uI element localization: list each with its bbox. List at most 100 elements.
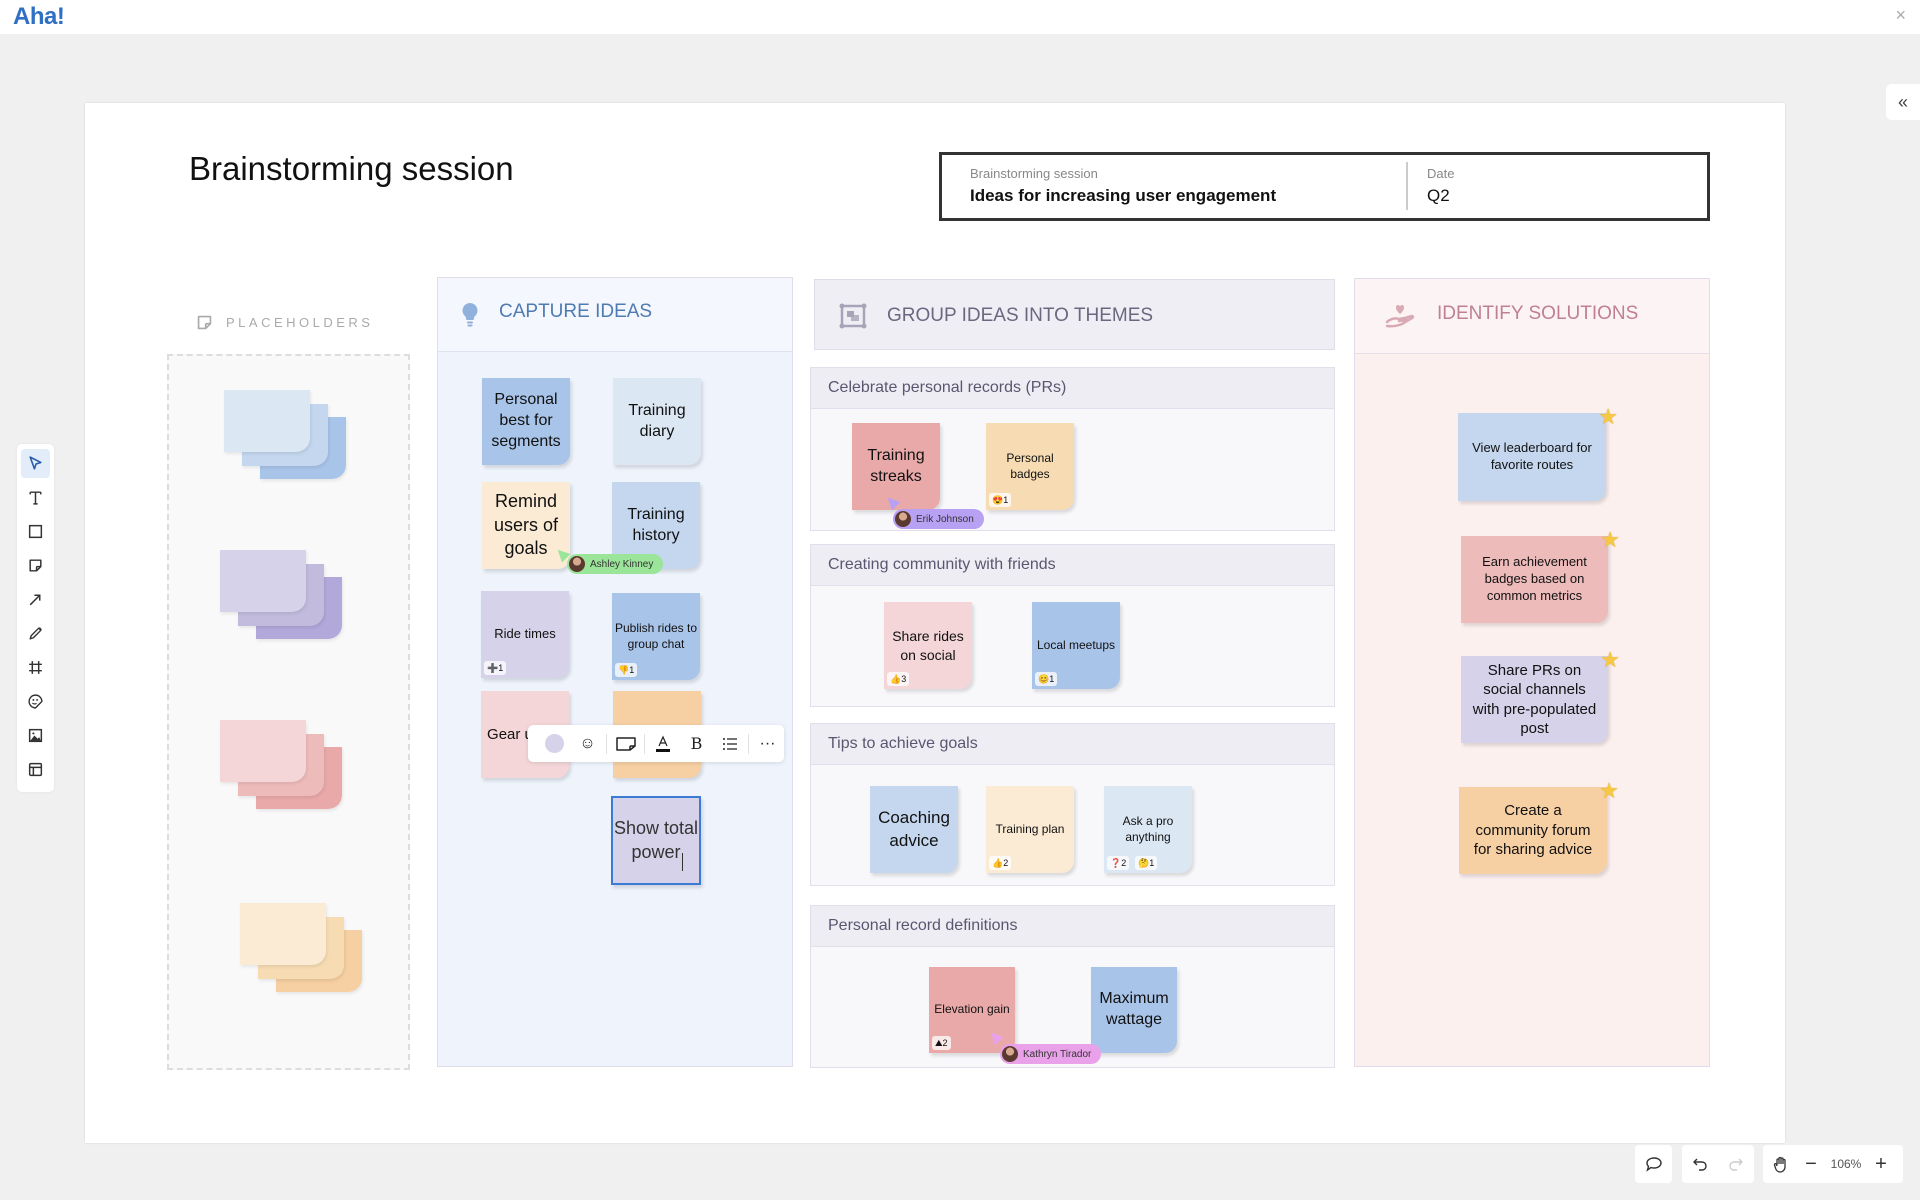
sticky-note[interactable]: Coaching advice (870, 786, 958, 873)
sticky-note[interactable]: Show total power (611, 796, 701, 885)
reaction-badge[interactable]: 👍3 (887, 672, 910, 686)
theme-title[interactable]: Personal record definitions (811, 906, 1334, 947)
text-color-button[interactable] (647, 729, 680, 759)
top-bar: Aha! × (0, 0, 1920, 34)
placeholders-header: PLACEHOLDERS (195, 313, 373, 332)
sticky-text: Coaching advice (878, 808, 950, 850)
reaction-badge[interactable]: 😊1 (1035, 672, 1058, 686)
sticky-note[interactable]: Ask a pro anything ❓2 🤔1 (1104, 786, 1192, 873)
tool-connector[interactable] (21, 585, 50, 614)
rectangle-icon (28, 524, 43, 539)
sticky-shape-icon (615, 736, 636, 751)
bold-button[interactable]: B (680, 729, 713, 759)
emoji-icon: ☺ (579, 734, 596, 752)
placeholders-label: PLACEHOLDERS (226, 315, 374, 330)
color-picker-button[interactable] (538, 729, 571, 759)
sticky-note[interactable]: Personal badges 😍1 (986, 423, 1074, 510)
theme-title[interactable]: Creating community with friends (811, 545, 1334, 586)
lightbulb-icon (462, 302, 478, 326)
sticky-text: Elevation gain (934, 1002, 1010, 1017)
star-icon: ★ (1599, 778, 1619, 803)
solution-note[interactable]: Earn achievement badges based on common … (1461, 527, 1620, 623)
identify-solutions-title: IDENTIFY SOLUTIONS (1437, 303, 1639, 324)
aha-logo[interactable]: Aha! (13, 3, 65, 31)
collapse-panel-button[interactable]: « (1886, 84, 1920, 120)
sticky-note[interactable]: Training plan 👍2 (986, 786, 1074, 873)
solution-note[interactable]: Create a community forum for sharing adv… (1459, 778, 1619, 874)
tool-sticky[interactable] (21, 551, 50, 580)
redo-button[interactable] (1718, 1145, 1754, 1183)
board-title[interactable]: Brainstorming session (189, 150, 514, 188)
sticky-text: Personal badges (1006, 450, 1054, 481)
sticky-note[interactable]: Personal best for segments (482, 378, 570, 465)
undo-button[interactable] (1682, 1145, 1718, 1183)
arrow-icon (29, 594, 41, 606)
list-button[interactable] (713, 729, 746, 759)
placeholder-sticky[interactable] (224, 390, 310, 452)
sticky-text: Training plan (995, 821, 1065, 836)
list-icon (722, 737, 737, 750)
emoji-button[interactable]: ☺ (571, 729, 604, 759)
placeholder-sticky[interactable] (220, 720, 306, 782)
placeholder-sticky[interactable] (240, 903, 326, 965)
collaborator-cursor-ashley: Ashley Kinney (567, 554, 664, 574)
more-options-button[interactable]: ··· (751, 729, 784, 759)
session-value[interactable]: Ideas for increasing user engagement (970, 186, 1276, 206)
sticky-text: Show total power (613, 818, 699, 862)
zoom-out-button[interactable]: − (1799, 1145, 1823, 1183)
sticky-text: Training history (627, 505, 685, 544)
reaction-badge[interactable]: ❓2 (1107, 856, 1130, 870)
sticky-text: Training diary (628, 401, 686, 440)
tool-select[interactable] (21, 449, 50, 478)
solution-note[interactable]: Share PRs on social channels with pre-po… (1461, 647, 1620, 743)
sticky-note[interactable]: Local meetups 😊1 (1032, 602, 1120, 689)
reaction-badge[interactable]: 😍1 (989, 493, 1012, 507)
tool-pen[interactable] (21, 619, 50, 648)
star-icon: ★ (1600, 647, 1620, 672)
solution-note[interactable]: View leaderboard for favorite routes ★ (1458, 404, 1618, 501)
tool-template[interactable] (21, 755, 50, 784)
sticky-text: Ride times (494, 626, 556, 642)
zoom-in-button[interactable]: + (1869, 1145, 1893, 1183)
close-icon[interactable]: × (1895, 5, 1906, 26)
comment-button[interactable] (1635, 1145, 1672, 1183)
sticky-text: View leaderboard for favorite routes (1472, 440, 1592, 472)
sticky-note[interactable]: Publish rides to group chat 👎1 (612, 593, 700, 680)
sticky-text: Create a community forum for sharing adv… (1473, 802, 1593, 859)
avatar (895, 511, 911, 527)
pointer-icon (29, 456, 42, 470)
tool-image[interactable] (21, 721, 50, 750)
sticky-note[interactable]: Share rides on social 👍3 (884, 602, 972, 689)
session-info-card[interactable]: Brainstorming session Ideas for increasi… (939, 152, 1710, 221)
note-shape-button[interactable] (609, 729, 642, 759)
divider (606, 733, 607, 754)
tool-text[interactable] (21, 483, 50, 512)
pan-button[interactable] (1763, 1145, 1799, 1183)
frame-icon (29, 661, 42, 674)
placeholder-sticky[interactable] (220, 550, 306, 612)
avatar (1002, 1046, 1018, 1062)
reaction-badge[interactable]: 👍2 (989, 856, 1012, 870)
sticky-text: Maximum wattage (1099, 990, 1169, 1028)
reaction-badge[interactable]: ➕1 (484, 661, 507, 675)
reaction-badge[interactable]: 🤔1 (1135, 856, 1158, 870)
reaction-badge[interactable]: 👎1 (615, 663, 638, 677)
sticky-note[interactable]: Elevation gain ⛰2 (929, 967, 1015, 1053)
bold-icon: B (690, 734, 703, 753)
group-themes-header-inner: GROUP IDEAS INTO THEMES (815, 280, 1334, 351)
tool-frame[interactable] (21, 653, 50, 682)
zoom-level[interactable]: 106% (1823, 1145, 1869, 1183)
date-value[interactable]: Q2 (1427, 186, 1450, 206)
sticky-note[interactable]: Maximum wattage (1091, 967, 1177, 1053)
undo-icon (1693, 1158, 1707, 1171)
theme-title[interactable]: Celebrate personal records (PRs) (811, 368, 1334, 409)
sticky-note[interactable]: Ride times ➕1 (481, 591, 569, 678)
reaction-badge[interactable]: ⛰2 (932, 1036, 951, 1050)
tool-sticker[interactable] (21, 687, 50, 716)
tool-shape[interactable] (21, 517, 50, 546)
theme-title[interactable]: Tips to achieve goals (811, 724, 1334, 765)
image-icon (28, 728, 43, 743)
sticky-note[interactable]: Training diary (613, 378, 701, 465)
avatar (569, 556, 585, 572)
sticky-text: Earn achievement badges based on common … (1482, 554, 1587, 603)
